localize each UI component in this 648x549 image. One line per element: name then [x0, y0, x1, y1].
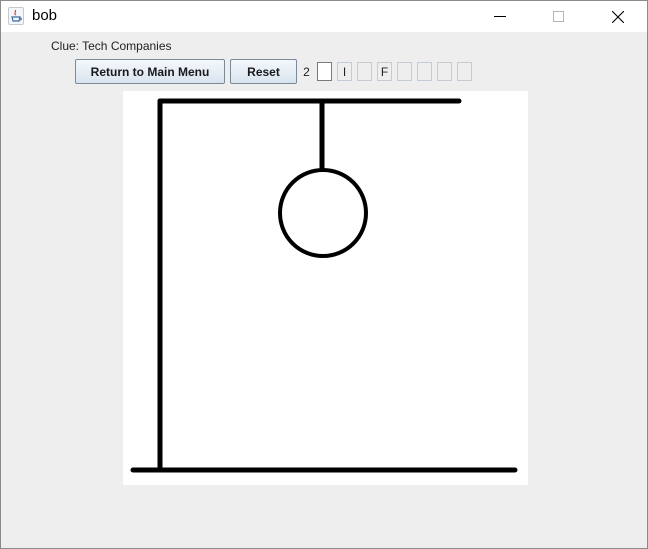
app-window: bob Clue: Tech Companies Return to Main …	[0, 0, 648, 549]
reset-button[interactable]: Reset	[230, 59, 297, 84]
letter-slot[interactable]: F	[377, 62, 392, 81]
title-bar[interactable]: bob	[1, 1, 647, 32]
hangman-head	[278, 168, 368, 258]
java-app-icon	[8, 7, 24, 25]
letter-slot[interactable]	[397, 62, 412, 81]
close-icon	[612, 11, 624, 23]
close-button[interactable]	[595, 1, 641, 32]
guess-count: 2	[299, 62, 314, 81]
maximize-icon	[553, 11, 564, 22]
letter-slot[interactable]: I	[337, 62, 352, 81]
letter-slot[interactable]	[357, 62, 372, 81]
hangman-canvas	[123, 91, 528, 485]
minimize-button[interactable]	[477, 1, 523, 32]
letter-slot[interactable]	[317, 62, 332, 81]
return-to-main-menu-button[interactable]: Return to Main Menu	[75, 59, 225, 84]
letter-slot[interactable]	[417, 62, 432, 81]
window-title: bob	[32, 7, 58, 24]
hangman-drawing	[130, 98, 518, 473]
letter-slot[interactable]	[437, 62, 452, 81]
minimize-icon	[494, 16, 506, 17]
clue-label: Clue: Tech Companies	[51, 39, 172, 53]
maximize-button[interactable]	[536, 1, 582, 32]
letter-slot[interactable]	[457, 62, 472, 81]
